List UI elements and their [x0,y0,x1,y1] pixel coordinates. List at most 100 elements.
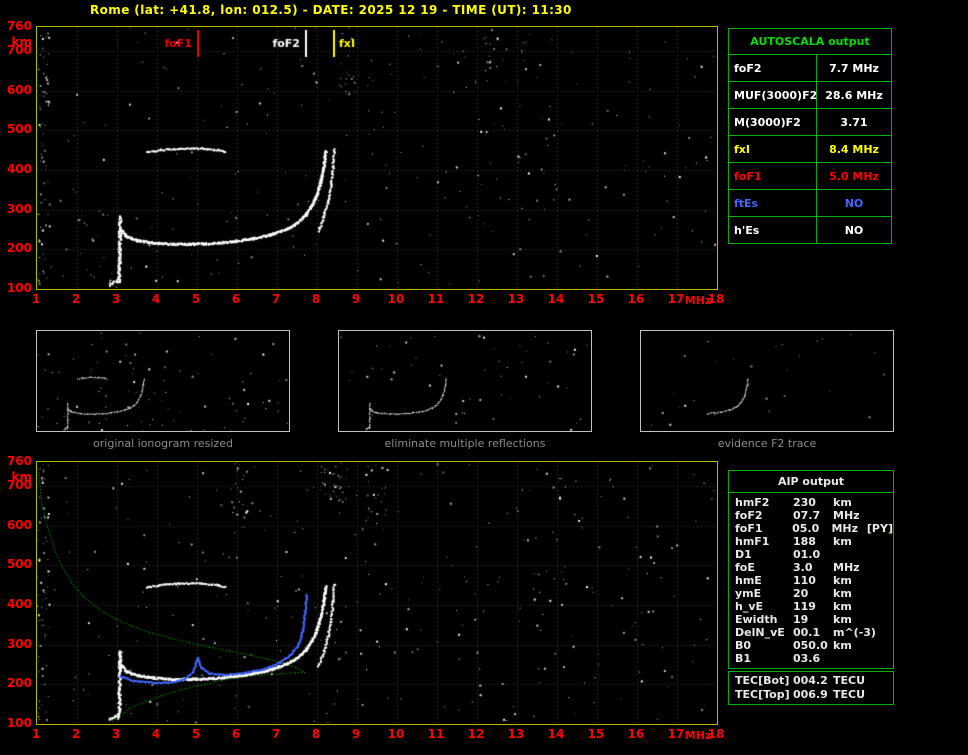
autoscala-row-value: 8.4 MHz [829,142,879,156]
thumbnail-original-canvas [37,331,289,431]
y-tick-label: 100 [6,281,32,295]
aip-unit: km [833,613,852,626]
x-tick-label: 4 [151,727,161,741]
y-tick-label: 300 [6,636,32,651]
autoscala-row: foF1 5.0 MHz [729,162,891,189]
top-ionogram-plot [36,26,718,290]
x-tick-label: 18 [707,292,725,306]
aip-row: hmE 110 km [729,574,893,587]
aip-unit: MHz [833,509,860,522]
aip-extra [869,548,893,561]
thumbnail-multiples-box [338,330,592,432]
thumbnail-panel-f2trace: evidence F2 trace [640,330,894,450]
aip-name: DelN_vE [735,626,785,639]
autoscala-row-label: foF2 [729,55,817,81]
x-tick-label: 5 [191,727,201,741]
tec-aip-name: TEC[Bot] [735,674,790,687]
aip-val: 19 [793,613,809,626]
axis-unit-km: km [11,470,32,484]
aip-row: DelN_vE 00.1 m^(-3) [729,626,893,639]
aip-unit: km [833,496,852,509]
autoscala-row: foF2 7.7 MHz [729,54,891,81]
aip-name: hmF1 [735,535,770,548]
x-tick-label: 9 [351,292,361,306]
autoscala-row-label: fxI [729,136,817,162]
thumbnail-panel-multiples: eliminate multiple reflections [338,330,592,450]
aip-unit: MHz [831,522,859,535]
aip-row: foF1 05.0 MHz [PY] [729,522,893,535]
thumbnail-multiples-canvas [339,331,591,431]
y-tick-label: 500 [6,557,32,572]
x-tick-label: 18 [707,727,725,741]
aip-val: 07.7 [793,509,821,522]
autoscala-app-window: Rome (lat: +41.8, lon: 012.5) - DATE: 20… [0,0,968,755]
thumbnail-f2trace-caption: evidence F2 trace [717,437,817,450]
aip-val: 20 [793,587,809,600]
y-tick-label: 100 [6,716,32,730]
autoscala-row-value: 3.71 [840,115,868,129]
x-tick-label: 6 [231,292,241,306]
autoscala-row-value: 28.6 MHz [825,88,883,102]
aip-val: 188 [793,535,816,548]
x-tick-label: 1 [31,292,41,306]
autoscala-row: fxI 8.4 MHz [729,135,891,162]
x-tick-label: 6 [231,727,241,741]
x-tick-label: 12 [467,292,485,306]
aip-name: B1 [735,652,752,665]
x-tick-label: 8 [311,292,321,306]
axis-unit-km: km [11,35,32,49]
x-tick-label: 2 [71,292,81,306]
x-tick-label: 17 [667,292,685,306]
page-title: Rome (lat: +41.8, lon: 012.5) - DATE: 20… [90,3,572,17]
aip-unit: km [833,574,852,587]
aip-extra [869,639,893,652]
x-tick-label: 7 [271,292,281,306]
aip-extra [869,535,893,548]
aip-unit: m^(-3) [833,626,876,639]
y-tick-label: 200 [6,241,32,256]
axis-unit-mhz: MHz [684,294,712,307]
thumbnail-f2trace-box [640,330,894,432]
aip-extra [869,561,893,574]
aip-extra [869,600,893,613]
thumbnail-original-caption: original ionogram resized [93,437,233,450]
thumbnail-original-box [36,330,290,432]
x-tick-label: 16 [627,292,645,306]
aip-val: 050.0 [793,639,828,652]
x-tick-label: 2 [71,727,81,741]
aip-row: D1 01.0 [729,548,893,561]
aip-row: Ewidth 19 km [729,613,893,626]
y-tick-label: 400 [6,161,32,176]
autoscala-row-label: MUF(3000)F2 [729,82,817,108]
tec-aip-name: TEC[Top] [735,688,790,701]
autoscala-row-label: foF1 [729,163,817,189]
x-tick-label: 4 [151,292,161,306]
aip-name: Ewidth [735,613,778,626]
x-tick-label: 11 [427,727,445,741]
aip-extra [869,652,893,665]
aip-name: h_vE [735,600,764,613]
aip-row: ymE 20 km [729,587,893,600]
aip-row: h_vE 119 km [729,600,893,613]
x-tick-label: 16 [627,727,645,741]
aip-val: 03.6 [793,652,821,665]
aip-val: 05.0 [792,522,820,535]
x-tick-label: 8 [311,727,321,741]
aip-val: 3.0 [793,561,813,574]
autoscala-row-value: 7.7 MHz [829,61,879,75]
y-tick-label: 600 [6,517,32,532]
x-tick-label: 10 [387,292,405,306]
aip-name: D1 [735,548,752,561]
aip-extra [869,587,893,600]
x-tick-label: 3 [111,727,121,741]
thumbnail-multiples-caption: eliminate multiple reflections [384,437,546,450]
aip-row: B0 050.0 km [729,639,893,652]
y-tick-label: 760 [6,454,32,468]
bottom-ionogram-canvas [37,462,717,724]
x-tick-label: 15 [587,292,605,306]
aip-unit: MHz [833,561,860,574]
axis-unit-mhz: MHz [684,729,712,742]
tec-aip-val: 006.9 [793,688,828,701]
tec-row: TEC[Top] 006.9 TECU [729,688,893,702]
aip-extra [869,496,893,509]
